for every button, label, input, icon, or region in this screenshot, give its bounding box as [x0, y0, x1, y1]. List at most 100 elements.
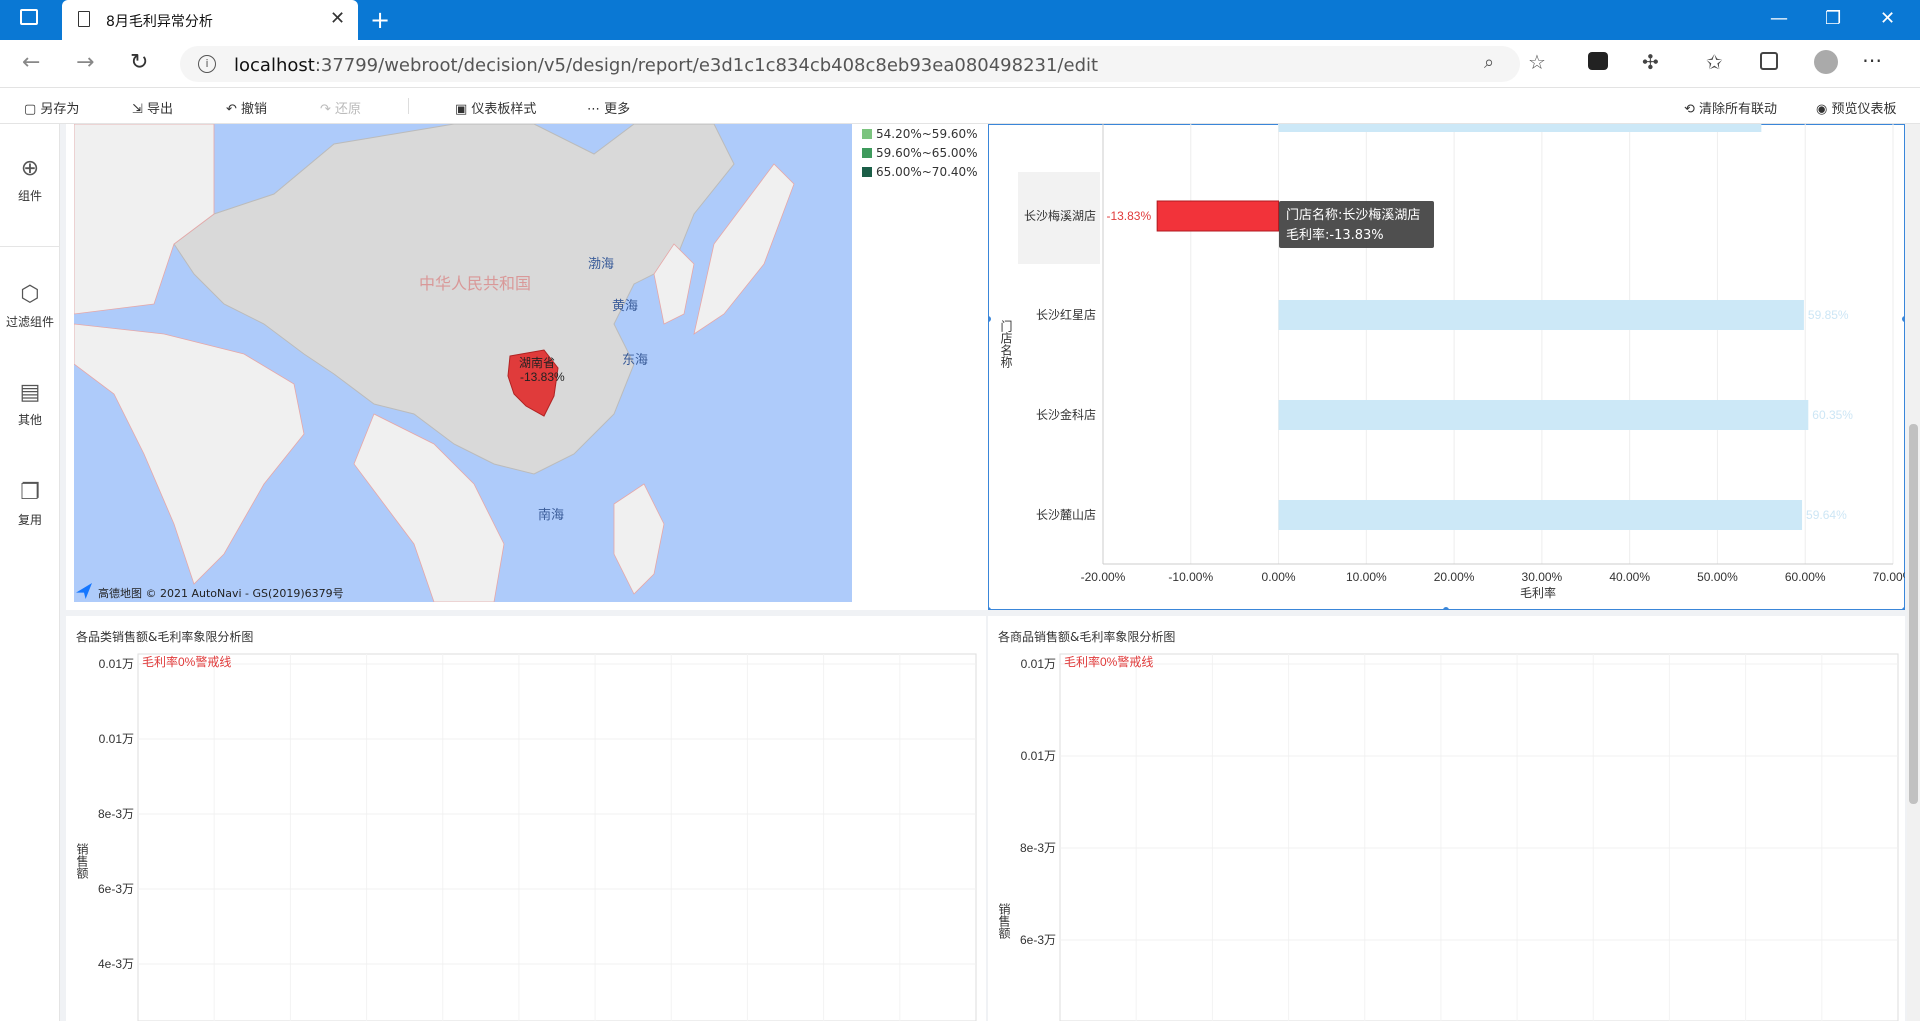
sidebar-item-filter[interactable]: ⬡ 过滤组件	[0, 282, 60, 330]
plot-area	[1059, 653, 1899, 1021]
y-tick-label: 8e-3万	[98, 807, 134, 821]
bar	[1278, 500, 1803, 530]
y-tick-label: 长沙金科店	[1036, 407, 1096, 422]
info-icon[interactable]: i	[198, 55, 216, 73]
y-axis-title: 销售额	[997, 903, 1011, 940]
address-bar-row: ← → ↻ i localhost:37799/webroot/decision…	[0, 40, 1920, 88]
y-tick-label: 6e-3万	[98, 882, 134, 896]
back-icon[interactable]: ←	[22, 50, 40, 75]
url-field[interactable]: i localhost:37799/webroot/decision/v5/de…	[180, 46, 1520, 82]
x-tick-label: 10.00%	[1346, 570, 1387, 584]
bar	[1156, 200, 1280, 232]
sidebar-item-components[interactable]: ⊕ 组件	[0, 156, 60, 204]
y-tick-label: 0.01万	[1021, 657, 1056, 671]
export-button[interactable]: ⇲ 导出	[132, 98, 173, 117]
note-icon: ▤	[19, 380, 41, 405]
sidebar-item-label: 过滤组件	[5, 315, 54, 329]
browser-tab[interactable]: 8月毛利异常分析 ✕	[62, 0, 358, 40]
y-tick-label: 6e-3万	[1020, 933, 1056, 947]
bar	[1278, 300, 1804, 330]
philippines-landmass	[613, 483, 665, 595]
y-tick-label: 长沙红星店	[1036, 307, 1096, 322]
map-label-province-value: -13.83%	[520, 370, 565, 384]
sidebar-item-other[interactable]: ▤ 其他	[0, 380, 60, 428]
collections-icon[interactable]	[1760, 52, 1778, 70]
minimize-icon[interactable]: —	[1770, 8, 1788, 29]
map-label-donghai: 东海	[622, 352, 648, 367]
x-tick-label: 70.00%	[1873, 570, 1905, 584]
map-label-huanghai: 黄海	[612, 298, 638, 313]
map-view[interactable]: 中华人民共和国 渤海 黄海 东海 南海 湖南省 -13.83% 高德地图 © 2…	[74, 124, 852, 602]
x-tick-label: 60.00%	[1785, 570, 1826, 584]
sidebar-item-reuse[interactable]: ❐ 复用	[0, 480, 60, 528]
sidebar-toggle-icon[interactable]	[20, 9, 38, 25]
bar-chart-svg: -20.00% -10.00% 0.00% 10.00% 20.00% 30.00% 40.…	[988, 124, 1905, 610]
category-scatter-svg: 0.01万 0.01万 8e-3万 6e-3万 4e-3万 毛利率0%警戒线销售额	[75, 653, 977, 1021]
page-scrollbar[interactable]	[1907, 124, 1920, 1021]
bar-tooltip: 门店名称:长沙梅溪湖店 毛利率:-13.83%	[1279, 201, 1434, 248]
page-icon	[78, 11, 90, 27]
forward-icon[interactable]: →	[76, 50, 94, 75]
legend-row[interactable]: 54.20%~59.60%	[862, 124, 978, 143]
resize-handle	[988, 316, 991, 322]
sidebar-item-label: 组件	[17, 189, 42, 203]
legend-swatch	[862, 166, 872, 177]
x-tick-label: 40.00%	[1609, 570, 1650, 584]
resize-handle	[988, 607, 991, 610]
warning-line-label: 毛利率0%警戒线	[142, 654, 231, 669]
y-axis-title: 门店名称	[999, 319, 1013, 368]
y-axis-title: 销售额	[75, 843, 89, 880]
map-svg: 中华人民共和国 渤海 黄海 东海 南海 湖南省 -13.83%	[74, 124, 795, 602]
new-tab-icon[interactable]: +	[370, 6, 390, 34]
data-label: 59.85%	[1808, 308, 1849, 322]
resize-handle	[1902, 607, 1905, 610]
plot-area	[137, 653, 977, 1021]
india-landmass	[74, 323, 305, 585]
scrollbar-thumb[interactable]	[1909, 424, 1918, 804]
tooltip-line: 门店名称:长沙梅溪湖店	[1286, 208, 1421, 223]
favorite-add-icon[interactable]: ☆	[1528, 50, 1546, 74]
bar-partial	[1278, 124, 1762, 132]
menu-icon[interactable]: ⋯	[1862, 48, 1882, 72]
legend-label: 65.00%~70.40%	[876, 164, 978, 179]
extension-icon[interactable]	[1588, 52, 1608, 70]
close-window-icon[interactable]: ✕	[1880, 8, 1895, 29]
map-label-country: 中华人民共和国	[419, 275, 531, 293]
toolbar-divider	[408, 98, 409, 114]
undo-button[interactable]: ↶ 撤销	[226, 98, 267, 117]
y-tick-label: 0.01万	[99, 657, 134, 671]
data-label: 59.64%	[1806, 508, 1847, 522]
warning-line-label: 毛利率0%警戒线	[1064, 654, 1153, 669]
x-tick-label: 50.00%	[1697, 570, 1738, 584]
redo-button[interactable]: ↷ 还原	[320, 98, 361, 117]
bar	[1278, 400, 1809, 430]
save-as-button[interactable]: ▢ 另存为	[24, 98, 79, 117]
legend-swatch	[862, 128, 872, 139]
more-button[interactable]: ⋯ 更多	[587, 98, 630, 117]
avatar[interactable]	[1814, 50, 1838, 74]
refresh-icon[interactable]: ↻	[130, 50, 148, 75]
y-tick-label: 0.01万	[1021, 749, 1056, 763]
url-text: localhost:37799/webroot/decision/v5/desi…	[234, 55, 1099, 76]
legend-row[interactable]: 59.60%~65.00%	[862, 143, 978, 162]
y-tick-label: 4e-3万	[98, 957, 134, 971]
x-axis-title: 毛利率	[1520, 585, 1556, 600]
clear-links-button[interactable]: ⟲ 清除所有联动	[1684, 98, 1777, 117]
copy-icon: ❐	[20, 480, 40, 505]
close-tab-icon[interactable]: ✕	[330, 8, 345, 29]
resize-handle	[1902, 316, 1905, 322]
zoom-icon[interactable]: ⌕	[1484, 52, 1494, 73]
tab-title: 8月毛利异常分析	[106, 14, 213, 30]
legend-label: 54.20%~59.60%	[876, 126, 978, 141]
dashboard-style-button[interactable]: ▣ 仪表板样式	[455, 98, 536, 117]
cube-icon: ⬡	[20, 282, 40, 307]
legend-swatch	[862, 147, 872, 158]
maximize-icon[interactable]: ❐	[1825, 8, 1841, 29]
preview-button[interactable]: ◉ 预览仪表板	[1816, 98, 1897, 117]
sidebar-item-label: 复用	[17, 513, 42, 527]
legend-row[interactable]: 65.00%~70.40%	[862, 162, 978, 181]
sidebar-item-label: 其他	[17, 413, 42, 427]
favorites-icon[interactable]: ✩	[1706, 50, 1723, 74]
map-label-nanhai: 南海	[538, 507, 564, 522]
puzzle-icon[interactable]: ✣	[1642, 50, 1659, 74]
